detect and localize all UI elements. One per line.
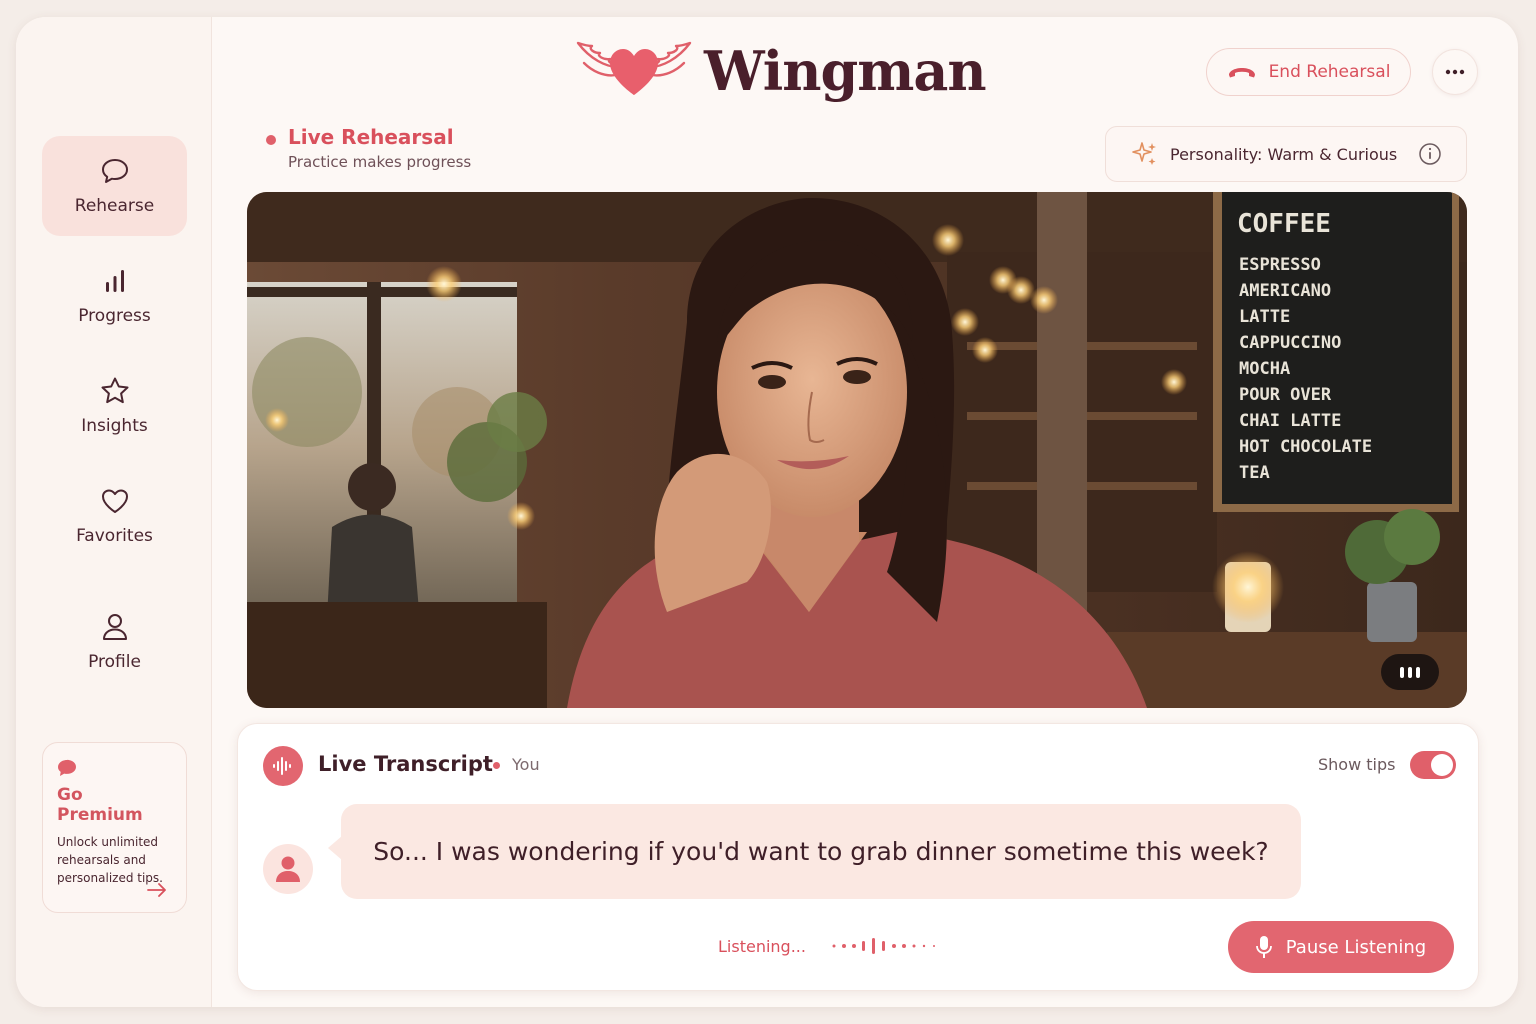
transcript-panel: Live Transcript You Show tips So... I wa… [237,723,1479,991]
listening-status: Listening... [718,937,806,956]
cafe-video-image: COFFEE ESPRESSO AMERICANO LATTE CAPPUCCI… [247,192,1467,708]
audio-bar-icon [1400,666,1404,678]
transcript-message: So... I was wondering if you'd want to g… [328,804,1301,899]
toggle-knob [1431,754,1453,776]
more-options-button[interactable] [1432,49,1478,95]
show-tips-toggle[interactable] [1410,751,1456,779]
menu-board-item: LATTE [1239,307,1290,327]
sidebar-item-label: Rehearse [74,196,155,216]
sidebar-item-insights[interactable]: Insights [42,356,187,456]
menu-board-item: AMERICANO [1239,281,1331,301]
chat-bubble-icon [58,759,76,776]
menu-board-item: HOT CHOCOLATE [1239,437,1372,457]
sidebar-item-label: Profile [88,652,141,672]
menu-board-item: CAPPUCCINO [1239,333,1341,353]
menu-board-item: ESPRESSO [1239,255,1321,275]
video-feed: COFFEE ESPRESSO AMERICANO LATTE CAPPUCCI… [247,192,1467,708]
sidebar-item-rehearse[interactable]: Rehearse [42,136,187,236]
sidebar-item-progress[interactable]: Progress [42,246,187,346]
transcript-title: Live Transcript [318,752,493,776]
user-icon [276,856,300,882]
audio-bar-icon [1408,666,1412,678]
sidebar-item-label: Progress [78,306,151,326]
menu-board-item: CHAI LATTE [1239,411,1341,431]
app-name: Wingman [704,39,987,103]
app-logo: Wingman [576,37,987,107]
menu-board-item: MOCHA [1239,359,1290,379]
hang-up-icon [1228,68,1255,78]
winged-heart-icon [576,41,692,95]
audio-wave-icon [263,746,303,786]
sidebar-item-profile[interactable]: Profile [42,592,187,692]
user-avatar [263,844,313,894]
pause-listening-label: Pause Listening [1285,936,1427,958]
audio-bar-icon [1416,666,1420,678]
speaker-dot [493,762,500,769]
app-window: Rehearse Progress Insights Favorites Pro… [16,17,1518,1007]
end-rehearsal-label: End Rehearsal [1268,62,1391,82]
info-icon[interactable] [1418,142,1442,166]
sidebar-item-label: Insights [81,416,148,436]
arrow-right-icon[interactable] [146,882,168,898]
sidebar-item-label: Favorites [76,526,153,546]
more-dots-icon [1445,69,1465,75]
live-rehearsal-subtitle: Practice makes progress [288,153,472,171]
chat-bubble-icon [101,159,128,183]
menu-board-item: TEA [1239,463,1270,483]
speaker-label: You [512,755,540,774]
listening-wave-icon [832,938,935,954]
sidebar: Rehearse Progress Insights Favorites Pro… [16,17,212,1007]
heart-icon [101,489,128,513]
premium-card[interactable]: Go Premium Unlock unlimited rehearsals a… [42,742,187,913]
show-tips-label: Show tips [1318,755,1396,774]
sidebar-item-favorites[interactable]: Favorites [42,466,187,566]
sparkle-icon [1132,142,1156,165]
microphone-icon [1255,936,1272,958]
live-rehearsal-title: Live Rehearsal [288,125,454,149]
menu-board-title: COFFEE [1237,209,1331,239]
pause-listening-button[interactable]: Pause Listening [1228,921,1454,973]
premium-description: Unlock unlimited rehearsals and personal… [57,835,163,885]
live-indicator-dot [266,135,276,145]
video-controls-button[interactable] [1381,654,1439,690]
personality-chip[interactable]: Personality: Warm & Curious [1105,126,1467,182]
end-rehearsal-button[interactable]: End Rehearsal [1206,48,1411,96]
star-icon [101,377,128,404]
user-icon [102,614,127,640]
menu-board-item: POUR OVER [1239,385,1332,405]
premium-title: Go Premium [57,785,143,825]
bar-chart-icon [105,270,124,292]
personality-label: Personality: Warm & Curious [1170,144,1398,164]
